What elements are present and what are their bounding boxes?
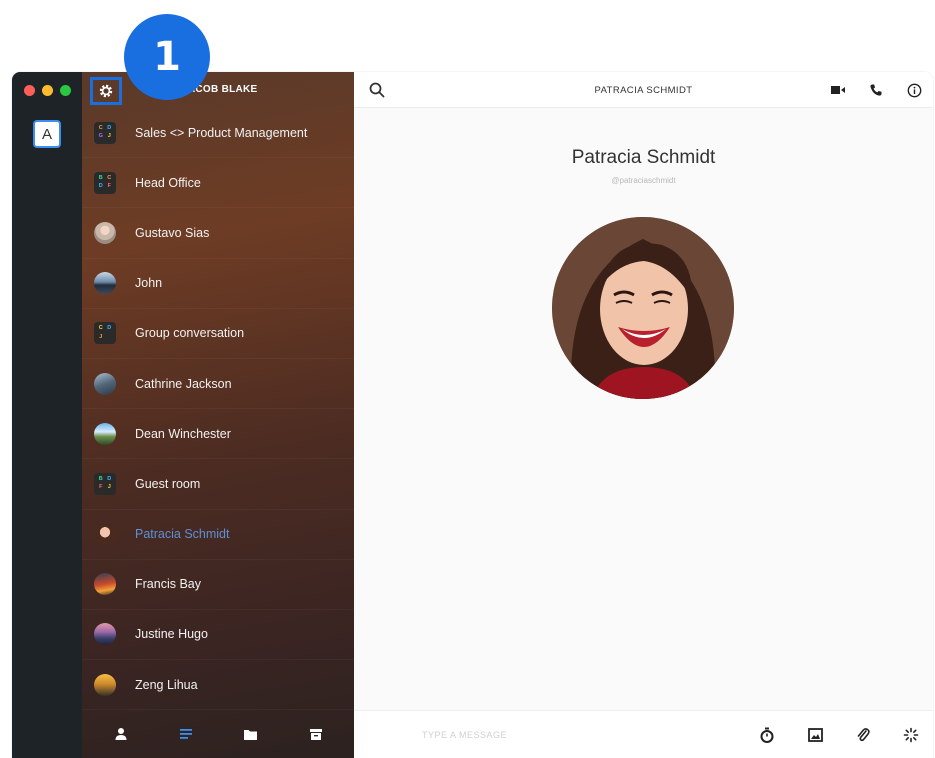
conversation-name: Sales <> Product Management [135, 125, 308, 140]
user-avatar [94, 573, 116, 596]
files-tab[interactable] [239, 722, 263, 746]
person-icon [115, 728, 126, 740]
conversation-item[interactable]: BD FJ Guest room [82, 459, 354, 510]
audio-call-button[interactable] [865, 79, 887, 101]
settings-button[interactable] [90, 77, 122, 105]
app-window: A JACOB BLAKE CD GJ Sales <> Product Man… [12, 72, 933, 758]
profile-avatar [552, 217, 734, 399]
window-controls [24, 85, 71, 96]
gear-icon [99, 84, 113, 98]
group-avatar: BC DF [94, 171, 116, 194]
conversation-name: Group conversation [135, 326, 245, 341]
archive-tab[interactable] [304, 722, 328, 746]
people-tab[interactable] [109, 722, 133, 746]
phone-icon [870, 84, 882, 96]
conversation-item[interactable]: Cathrine Jackson [82, 359, 354, 410]
close-window-button[interactable] [24, 85, 35, 96]
minimize-window-button[interactable] [42, 85, 53, 96]
info-icon [907, 83, 921, 97]
conversation-item[interactable]: BC DF Head Office [82, 158, 354, 209]
group-avatar: CD J [94, 322, 116, 345]
conversation-name: Patracia Schmidt [135, 527, 230, 542]
conversation-name: Head Office [135, 175, 201, 190]
zoom-window-button[interactable] [60, 85, 71, 96]
profile-photo [552, 217, 734, 399]
info-button[interactable] [903, 79, 925, 101]
conversation-item[interactable]: Francis Bay [82, 560, 354, 610]
conversation-item[interactable]: CD J Group conversation [82, 309, 354, 359]
conversation-item[interactable]: John [82, 259, 354, 309]
user-avatar [94, 422, 116, 445]
folder-icon [244, 729, 257, 740]
timed-message-button[interactable] [755, 723, 779, 747]
conversation-list: CD GJ Sales <> Product Management BC DF … [82, 108, 354, 711]
ping-icon [903, 727, 919, 743]
conversation-name: Dean Winchester [135, 426, 231, 441]
workspace-rail: A [12, 72, 82, 758]
conversation-name: Cathrine Jackson [135, 376, 232, 391]
sidebar-footer [82, 710, 354, 758]
user-avatar [94, 523, 116, 546]
conversation-topbar: PATRACIA SCHMIDT [354, 72, 933, 108]
sidebar-header: JACOB BLAKE [82, 72, 354, 108]
profile-handle: @patraciaschmidt [611, 176, 676, 185]
group-avatar: BD FJ [94, 472, 116, 495]
image-icon [807, 728, 823, 742]
conversations-icon [179, 729, 192, 739]
conversation-sidebar: JACOB BLAKE CD GJ Sales <> Product Manag… [82, 72, 354, 758]
message-input[interactable] [422, 725, 722, 745]
composer-actions [755, 723, 923, 747]
conversation-name: Francis Bay [135, 577, 201, 592]
conversation-name: Guest room [135, 476, 201, 491]
timer-icon [760, 727, 774, 743]
conversations-tab[interactable] [174, 722, 198, 746]
conversation-item[interactable]: CD GJ Sales <> Product Management [82, 108, 354, 159]
user-avatar [94, 623, 116, 646]
paperclip-icon [857, 728, 870, 742]
conversation-item[interactable]: Zeng Lihua [82, 660, 354, 711]
user-avatar [94, 221, 116, 244]
message-composer [354, 710, 933, 758]
workspace-avatar[interactable]: A [33, 120, 61, 148]
conversation-item[interactable]: Dean Winchester [82, 409, 354, 460]
profile-name: Patracia Schmidt [571, 147, 716, 168]
call-actions [827, 79, 925, 101]
conversation-item[interactable]: Gustavo Sias [82, 208, 354, 259]
conversation-pane: PATRACIA SCHMIDT Patracia Schmidt @patra… [354, 72, 933, 758]
group-avatar: CD GJ [94, 121, 116, 144]
video-camera-icon [831, 86, 845, 94]
conversation-name: Zeng Lihua [135, 677, 198, 692]
conversation-item[interactable]: Justine Hugo [82, 610, 354, 661]
step-badge: 1 [124, 14, 210, 100]
ping-button[interactable] [899, 723, 923, 747]
attach-file-button[interactable] [851, 723, 875, 747]
user-avatar [94, 272, 116, 295]
archive-icon [309, 728, 322, 740]
conversation-item-active[interactable]: Patracia Schmidt [82, 510, 354, 560]
conversation-name: John [135, 276, 163, 291]
conversation-name: Gustavo Sias [135, 225, 210, 240]
send-image-button[interactable] [803, 723, 827, 747]
conversation-name: Justine Hugo [135, 627, 208, 642]
user-avatar [94, 372, 116, 395]
video-call-button[interactable] [827, 79, 849, 101]
user-avatar [94, 673, 116, 696]
